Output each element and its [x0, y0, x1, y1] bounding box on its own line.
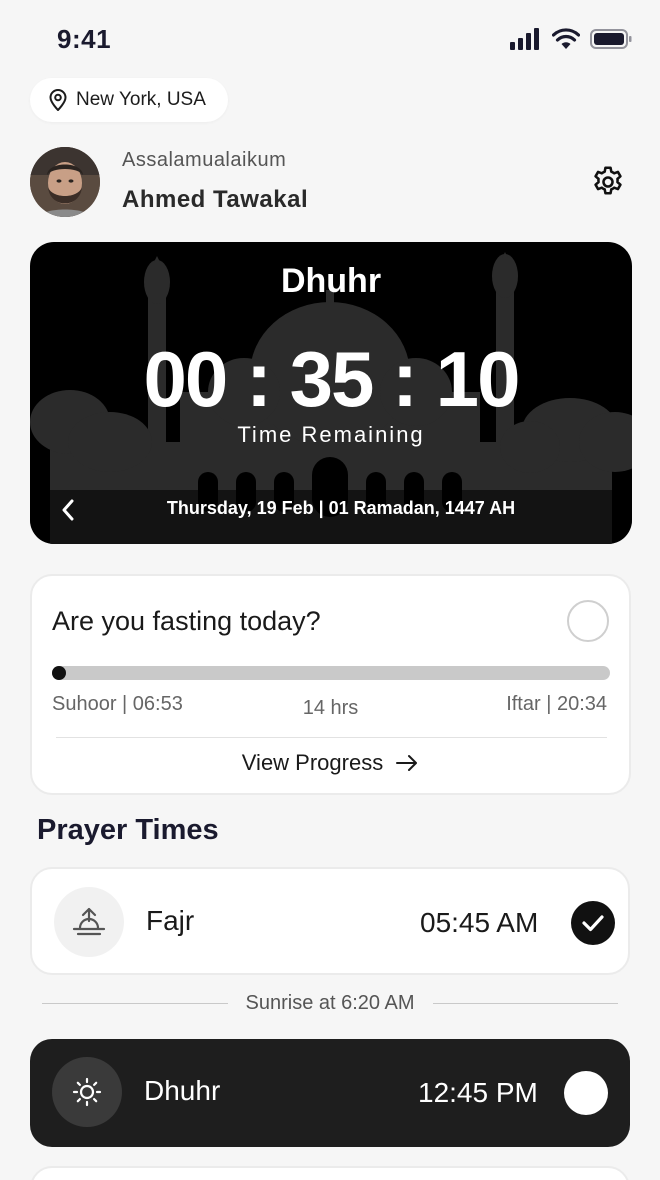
prayer-row-dhuhr[interactable]: Dhuhr 12:45 PM: [30, 1039, 630, 1147]
date-label: Thursday, 19 Feb | 01 Ramadan, 1447 AH: [166, 498, 516, 518]
prayer-row-fajr[interactable]: Fajr 05:45 AM: [30, 867, 630, 975]
greeting-text: Assalamualaikum: [122, 149, 287, 171]
avatar[interactable]: [30, 147, 100, 217]
divider: [42, 1003, 228, 1004]
status-icons: [510, 28, 632, 50]
prayer-done-checkbox[interactable]: [571, 901, 615, 945]
current-prayer-name: Dhuhr: [280, 262, 382, 300]
avatar-image: [30, 147, 100, 217]
prayer-countdown-card: Dhuhr 00 : 35 : 10 Time Remaining Thursd…: [30, 242, 632, 544]
prayer-time: 12:45 PM: [418, 1077, 538, 1108]
status-bar: 9:41: [0, 0, 660, 80]
section-title: Prayer Times: [37, 814, 219, 846]
prayer-icon-wrap: [52, 1057, 122, 1127]
prayer-name: Fajr: [146, 905, 195, 936]
fasting-toggle[interactable]: [567, 600, 609, 642]
fasting-progress-marker: [52, 666, 66, 680]
location-pin-icon: [49, 89, 67, 111]
divider: [56, 737, 607, 738]
gear-icon: [594, 166, 622, 195]
arrow-right-icon: [396, 755, 418, 771]
fasting-question: Are you fasting today?: [52, 606, 321, 636]
prayer-row-next[interactable]: [30, 1166, 630, 1180]
prayer-name: Dhuhr: [144, 1075, 221, 1106]
view-progress-label: View Progress: [241, 750, 384, 775]
countdown-timer: 00 : 35 : 10: [143, 335, 521, 423]
prayer-icon-wrap: [54, 887, 124, 957]
prayer-time: 05:45 AM: [420, 907, 539, 938]
wifi-icon: [552, 28, 580, 49]
sunrise-text: Sunrise at 6:20 AM: [245, 992, 415, 1014]
iftar-time: Iftar | 20:34: [506, 693, 607, 715]
chevron-left-icon: [62, 499, 74, 521]
fasting-card: Are you fasting today? Suhoor | 06:53 14…: [30, 574, 631, 795]
sunrise-note: Sunrise at 6:20 AM: [42, 992, 619, 1015]
user-name: Ahmed Tawakal: [122, 186, 309, 213]
sunrise-icon: [72, 907, 106, 936]
location-label: New York, USA: [76, 89, 206, 110]
view-progress-link[interactable]: View Progress: [32, 750, 629, 776]
status-time: 9:41: [57, 24, 112, 54]
battery-icon: [590, 29, 632, 49]
time-remaining-label: Time Remaining: [237, 422, 425, 447]
signal-icon: [510, 28, 539, 50]
divider: [432, 1003, 619, 1004]
sun-icon: [72, 1077, 102, 1107]
fasting-progress-track: [52, 666, 610, 680]
settings-button[interactable]: [586, 160, 630, 204]
prayer-done-checkbox[interactable]: [564, 1071, 608, 1115]
check-icon: [582, 915, 604, 932]
location-selector[interactable]: New York, USA: [30, 78, 228, 122]
